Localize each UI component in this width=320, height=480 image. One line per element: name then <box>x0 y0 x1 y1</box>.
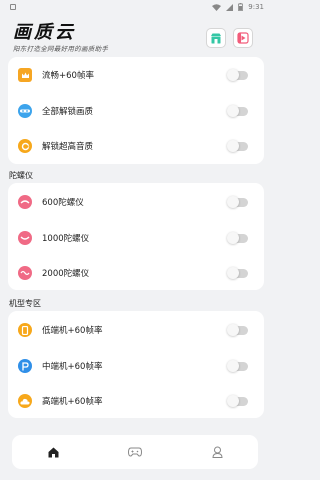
device-item-label: 中端机+60帧率 <box>42 362 103 372</box>
device-item[interactable]: 低端机+60帧率 <box>8 312 264 348</box>
tab-home[interactable] <box>38 439 68 465</box>
notification-icon <box>10 4 16 10</box>
tab-profile[interactable] <box>202 439 232 465</box>
unlock-icon <box>18 104 32 118</box>
status-right: 9:31 <box>212 3 264 11</box>
home-icon <box>48 447 58 457</box>
gyro-item-label: 1000陀螺仪 <box>42 234 90 244</box>
toggle-switch[interactable] <box>227 196 248 208</box>
quality-item-label: 全部解锁画质 <box>42 107 94 117</box>
section-title-device: 机型专区 <box>9 299 41 308</box>
toggle-knob <box>227 140 239 152</box>
toggle-switch[interactable] <box>227 105 248 117</box>
toggle-switch[interactable] <box>227 69 248 81</box>
status-left <box>10 4 16 10</box>
phone-icon <box>18 323 32 337</box>
app-title: 画质云 <box>13 22 76 43</box>
gyro-item[interactable]: 1000陀螺仪 <box>8 220 264 256</box>
quality-card: 流畅+60帧率 全部解锁画质 解锁超高音质 <box>8 57 264 164</box>
video-button[interactable] <box>233 28 253 48</box>
device-item-label: 低端机+60帧率 <box>42 326 103 336</box>
gyro-item-label: 600陀螺仪 <box>42 198 84 208</box>
toggle-knob <box>227 324 239 336</box>
gyro-item-label: 2000陀螺仪 <box>42 269 90 279</box>
toggle-knob <box>227 395 239 407</box>
app-header: 画质云 阳东打造全网最好用的画质助手 <box>0 18 270 58</box>
toggle-knob <box>227 196 239 208</box>
quality-item-label: 解锁超高音质 <box>42 142 94 152</box>
quality-item[interactable]: 全部解锁画质 <box>8 93 264 129</box>
gyro-item[interactable]: 600陀螺仪 <box>8 184 264 220</box>
p-logo-icon <box>18 359 32 373</box>
quality-item[interactable]: 流畅+60帧率 <box>8 57 264 93</box>
shop-icon <box>211 33 221 43</box>
status-time: 9:31 <box>248 3 264 11</box>
toggle-switch[interactable] <box>227 267 248 279</box>
section-title-gyro: 陀螺仪 <box>9 171 33 180</box>
gyro-item[interactable]: 2000陀螺仪 <box>8 255 264 291</box>
crown-icon <box>18 68 32 82</box>
status-bar: 9:31 <box>0 0 270 14</box>
quality-item[interactable]: 解锁超高音质 <box>8 128 264 164</box>
toggle-switch[interactable] <box>227 232 248 244</box>
toggle-knob <box>227 267 239 279</box>
wifi-icon <box>212 3 222 11</box>
battery-icon <box>238 3 244 11</box>
gyro-icon <box>18 266 32 280</box>
tab-game[interactable] <box>120 439 150 465</box>
device-item[interactable]: 中端机+60帧率 <box>8 348 264 384</box>
quality-item-label: 流畅+60帧率 <box>42 71 94 81</box>
toggle-knob <box>227 232 239 244</box>
signal-icon <box>226 3 234 11</box>
toggle-switch[interactable] <box>227 324 248 336</box>
toggle-knob <box>227 105 239 117</box>
device-item-label: 高端机+60帧率 <box>42 397 103 407</box>
gyro-icon <box>18 231 32 245</box>
toggle-switch[interactable] <box>227 360 248 372</box>
toggle-switch[interactable] <box>227 395 248 407</box>
gyro-icon <box>18 195 32 209</box>
toggle-switch[interactable] <box>227 140 248 152</box>
device-item[interactable]: 高端机+60帧率 <box>8 383 264 419</box>
toggle-knob <box>227 360 239 372</box>
user-icon <box>211 446 223 458</box>
gamepad-icon <box>128 447 142 457</box>
toggle-knob <box>227 69 239 81</box>
cloud-icon <box>18 394 32 408</box>
theme-button[interactable] <box>206 28 226 48</box>
bottom-tab-bar <box>12 435 258 469</box>
play-icon <box>237 32 249 44</box>
device-card: 低端机+60帧率 中端机+60帧率 高端机+60帧率 <box>8 311 264 418</box>
music-icon <box>18 139 32 153</box>
app-subtitle: 阳东打造全网最好用的画质助手 <box>13 45 109 53</box>
gyro-card: 600陀螺仪 1000陀螺仪 2000陀螺仪 <box>8 183 264 290</box>
